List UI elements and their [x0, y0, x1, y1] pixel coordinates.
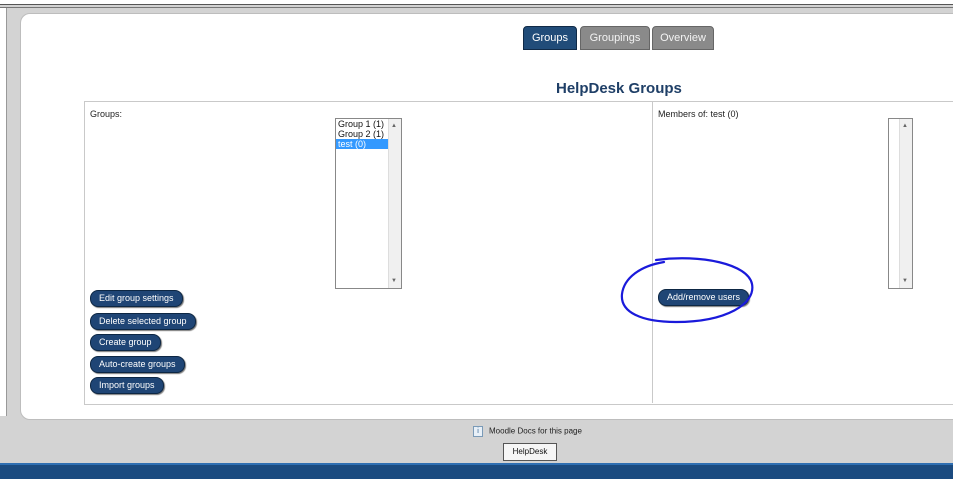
members-listbox[interactable]: ▲ ▼: [888, 118, 913, 289]
group-option-selected[interactable]: test (0): [336, 139, 388, 149]
auto-create-groups-button[interactable]: Auto-create groups: [90, 356, 185, 373]
moodle-docs-text[interactable]: Moodle Docs for this page: [489, 427, 582, 436]
members-scrollbar[interactable]: ▲ ▼: [899, 119, 912, 288]
groups-label: Groups:: [90, 109, 123, 119]
create-group-button[interactable]: Create group: [90, 334, 161, 351]
scroll-up-icon[interactable]: ▲: [391, 123, 397, 129]
page-title: HelpDesk Groups: [556, 80, 682, 97]
info-icon: i: [473, 426, 483, 437]
helpdesk-course-button[interactable]: HelpDesk: [503, 443, 557, 461]
import-groups-button[interactable]: Import groups: [90, 377, 164, 394]
top-border: [0, 0, 953, 5]
delete-selected-group-button[interactable]: Delete selected group: [90, 313, 196, 330]
groups-listbox[interactable]: Group 1 (1) Group 2 (1) test (0) ▲ ▼: [335, 118, 402, 289]
groups-scrollbar[interactable]: ▲ ▼: [388, 119, 401, 288]
tab-groupings[interactable]: Groupings: [580, 26, 650, 50]
moodle-docs-link[interactable]: i Moodle Docs for this page: [473, 426, 582, 437]
tab-overview[interactable]: Overview: [652, 26, 714, 50]
edit-group-settings-button[interactable]: Edit group settings: [90, 290, 183, 307]
scroll-down-icon[interactable]: ▼: [902, 278, 908, 284]
members-label: Members of: test (0): [658, 109, 739, 119]
left-sidebar-edge: [0, 8, 7, 416]
tab-groups[interactable]: Groups: [523, 26, 577, 50]
hand-drawn-circle-annotation: [620, 257, 754, 324]
groups-table: [84, 101, 953, 405]
scroll-down-icon[interactable]: ▼: [391, 278, 397, 284]
column-divider: [652, 102, 653, 403]
top-rule: [0, 7, 953, 8]
scroll-up-icon[interactable]: ▲: [902, 123, 908, 129]
